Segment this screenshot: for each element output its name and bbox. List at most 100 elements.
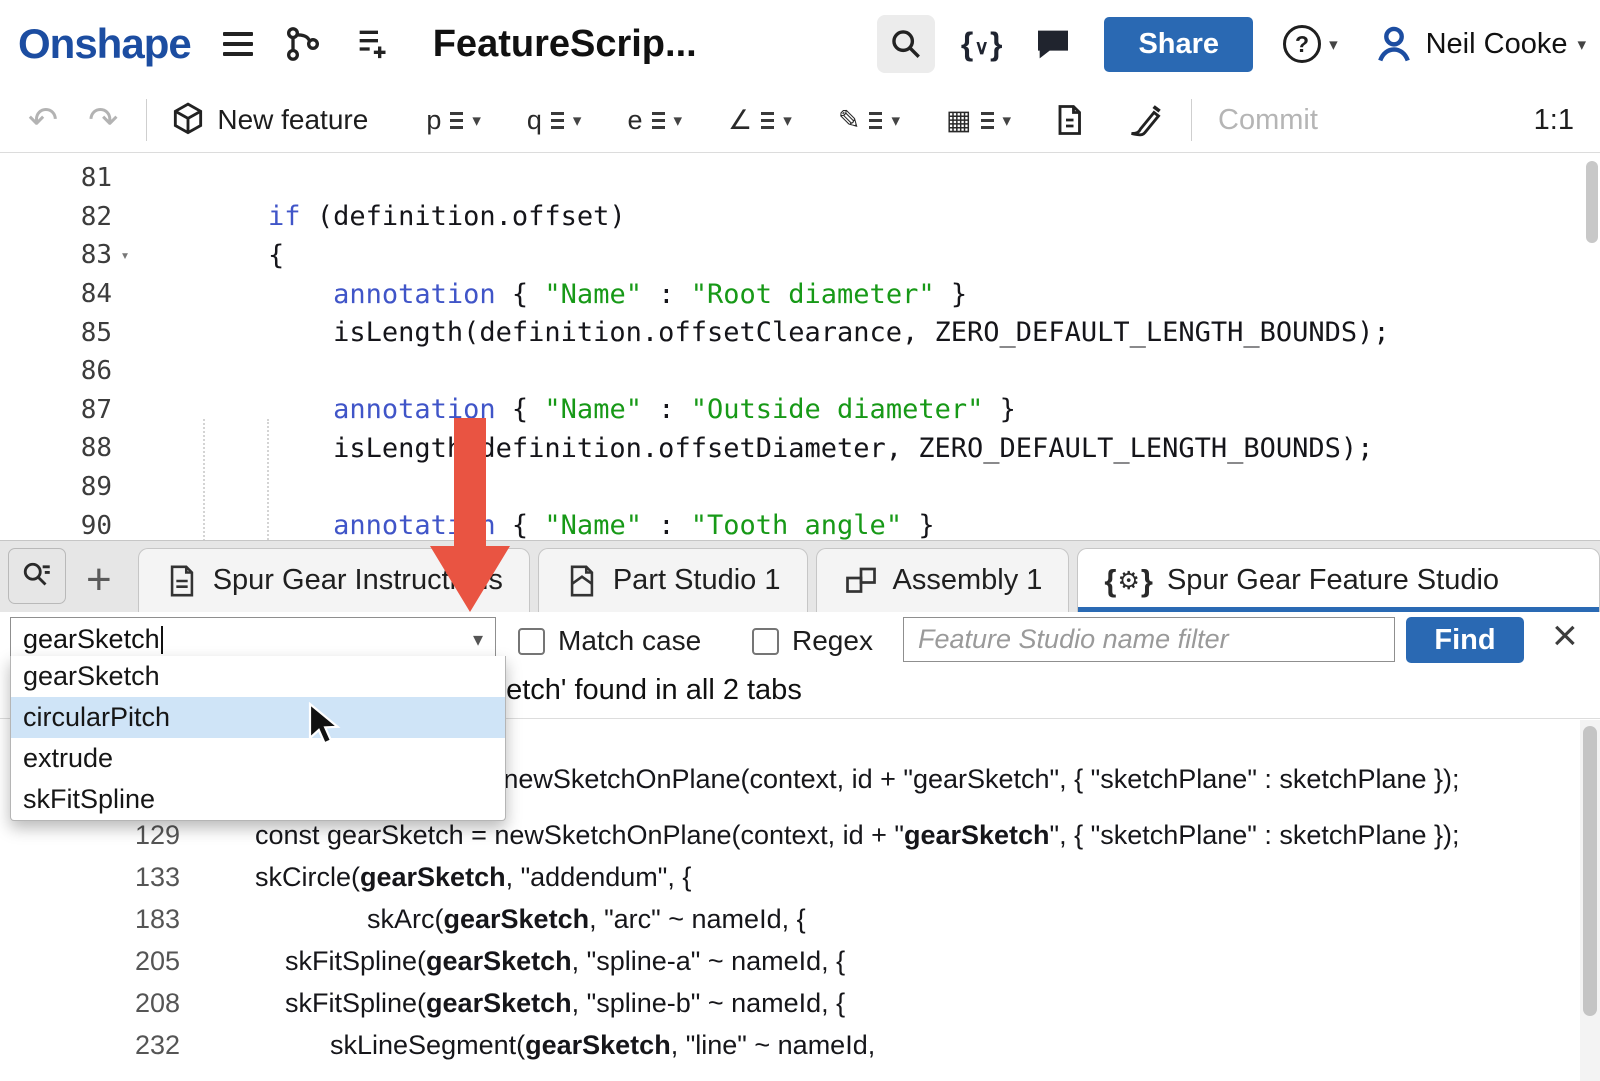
line-number: 87 xyxy=(0,395,112,425)
annotation-menu-button[interactable]: ✎▾ xyxy=(838,105,900,136)
line-number: 82 xyxy=(0,202,112,232)
tab-assembly-1[interactable]: Assembly 1 xyxy=(816,548,1070,612)
enum-menu-button[interactable]: e▾ xyxy=(627,105,682,136)
indent-guide xyxy=(267,419,269,540)
results-scrollbar-thumb[interactable] xyxy=(1583,726,1597,1016)
result-code: const gearSketch = newSketchOnPlane(cont… xyxy=(255,820,1460,851)
regex-checkbox[interactable]: Regex xyxy=(752,625,873,657)
table-menu-button[interactable]: ▦▾ xyxy=(946,105,1011,136)
list-lines-icon xyxy=(652,112,665,129)
result-row[interactable]: 205skFitSpline(gearSketch, "spline-a" ~ … xyxy=(0,940,1566,982)
new-feature-label[interactable]: New feature xyxy=(217,104,368,136)
list-lines-icon xyxy=(869,112,882,129)
fold-toggle-icon[interactable]: ▾ xyxy=(112,246,138,264)
document-title[interactable]: FeatureScrip... xyxy=(433,23,697,66)
find-button[interactable]: Find xyxy=(1406,617,1524,663)
history-item-gearsketch[interactable]: gearSketch xyxy=(11,656,505,697)
result-code-segment: skFitSpline( xyxy=(285,946,426,976)
fs-insert-menus: p▾q▾e▾∠▾✎▾▦▾ xyxy=(426,105,1011,136)
tab-part-studio-1[interactable]: Part Studio 1 xyxy=(538,548,808,612)
code-text: { xyxy=(138,240,284,271)
line-number: 81 xyxy=(0,163,112,193)
share-button[interactable]: Share xyxy=(1104,17,1253,72)
history-item-skfitspline[interactable]: skFitSpline xyxy=(11,779,505,820)
comment-bubble-icon xyxy=(1032,24,1074,64)
chevron-down-icon: ▾ xyxy=(1577,36,1586,53)
user-menu[interactable]: Neil Cooke ▾ xyxy=(1372,22,1586,66)
code-text: isLength(definition.offsetDiameter, ZERO… xyxy=(138,433,1373,464)
checkbox-icon[interactable] xyxy=(518,628,545,655)
commit-button[interactable]: Commit xyxy=(1218,104,1318,137)
versions-icon[interactable] xyxy=(283,24,323,64)
editor-scrollbar-thumb[interactable] xyxy=(1586,161,1598,243)
mouse-cursor-icon xyxy=(306,702,344,753)
search-tabs-button[interactable] xyxy=(8,548,66,604)
format-code-button[interactable] xyxy=(1127,102,1163,138)
code-token: : xyxy=(642,510,691,540)
code-token: "Name" xyxy=(544,510,642,540)
add-tab-button[interactable]: + xyxy=(86,558,112,602)
feature-list-icon[interactable] xyxy=(353,24,393,64)
sketch-menu-button[interactable]: ∠▾ xyxy=(728,105,792,136)
app-header: Onshape FeatureScrip... {∨} Share ? ▾ Ne… xyxy=(0,0,1600,88)
code-token: } xyxy=(983,394,1016,425)
result-line-number: 183 xyxy=(0,904,180,935)
precondition-menu-button[interactable]: p▾ xyxy=(426,105,481,136)
code-line[interactable]: 86 xyxy=(0,352,1600,391)
code-line[interactable]: 90 annotation { "Name" : "Tooth angle" } xyxy=(0,506,1600,540)
chevron-down-icon: ▾ xyxy=(891,112,900,129)
assembly-icon xyxy=(843,563,879,599)
featurescript-notices-button[interactable]: {∨} xyxy=(961,26,1003,63)
close-icon[interactable]: × xyxy=(1552,614,1578,658)
chevron-down-icon: ▾ xyxy=(573,112,582,129)
code-line[interactable]: 87 annotation { "Name" : "Outside diamet… xyxy=(0,391,1600,430)
checkbox-icon[interactable] xyxy=(752,628,779,655)
code-editor[interactable]: 8182 if (definition.offset)83▾ {84 annot… xyxy=(0,152,1600,540)
code-line[interactable]: 81 xyxy=(0,159,1600,198)
code-line[interactable]: 85 isLength(definition.offsetClearance, … xyxy=(0,313,1600,352)
list-lines-icon xyxy=(981,112,994,129)
result-code: skFitSpline(gearSketch, "spline-b" ~ nam… xyxy=(255,988,845,1019)
list-lines-icon xyxy=(551,112,564,129)
chevron-down-icon[interactable]: ▾ xyxy=(473,627,483,652)
result-code-segment: , "spline-a" ~ nameId, { xyxy=(572,946,846,976)
help-menu[interactable]: ? ▾ xyxy=(1283,25,1338,63)
result-line-number: 208 xyxy=(0,988,180,1019)
query-menu-button[interactable]: q▾ xyxy=(527,105,582,136)
part-icon xyxy=(565,563,599,599)
code-line[interactable]: 88 isLength(definition.offsetDiameter, Z… xyxy=(0,429,1600,468)
search-button[interactable] xyxy=(877,15,935,73)
new-feature-button[interactable] xyxy=(169,101,207,139)
history-item-extrude[interactable]: extrude xyxy=(11,738,505,779)
onshape-logo[interactable]: Onshape xyxy=(18,20,191,68)
history-item-circularpitch[interactable]: circularPitch xyxy=(11,697,505,738)
undo-button[interactable]: ↶ xyxy=(28,102,58,138)
match-case-checkbox[interactable]: Match case xyxy=(518,625,701,657)
copy-button[interactable] xyxy=(1051,102,1087,138)
code-token: } xyxy=(935,279,968,310)
code-line[interactable]: 89 xyxy=(0,468,1600,507)
code-text: annotation { "Name" : "Root diameter" } xyxy=(138,279,967,310)
result-row[interactable]: 232skLineSegment(gearSketch, "line" ~ na… xyxy=(0,1024,1566,1066)
comments-button[interactable] xyxy=(1032,24,1074,64)
code-token: { xyxy=(496,279,545,310)
feature-studio-filter-input[interactable] xyxy=(903,617,1395,662)
result-row[interactable]: 133skCircle(gearSketch, "addendum", { xyxy=(0,856,1566,898)
code-line[interactable]: 84 annotation { "Name" : "Root diameter"… xyxy=(0,275,1600,314)
result-row[interactable]: 208 skFitSpline(gearSketch, "spline-b" ~ … xyxy=(0,982,1566,1024)
tab-label: Assembly 1 xyxy=(893,564,1043,597)
code-line[interactable]: 82 if (definition.offset) xyxy=(0,198,1600,237)
result-code-segment: , "spline-b" ~ nameId, { xyxy=(572,988,846,1018)
result-code: skFitSpline(gearSketch, "spline-a" ~ nam… xyxy=(255,946,845,977)
list-lines-icon xyxy=(761,112,774,129)
result-row[interactable]: 183skArc(gearSketch, "arc" ~ nameId, { xyxy=(0,898,1566,940)
main-menu-button[interactable] xyxy=(223,32,253,56)
line-number: 88 xyxy=(0,433,112,463)
code-line[interactable]: 83▾ { xyxy=(0,236,1600,275)
result-code-segment: gearSketch xyxy=(426,946,572,976)
redo-button[interactable]: ↷ xyxy=(88,102,118,138)
tab-spur-gear-feature-studio[interactable]: {⚙}Spur Gear Feature Studio xyxy=(1077,548,1600,612)
code-token: } xyxy=(902,510,935,540)
line-number: 84 xyxy=(0,279,112,309)
sketch-menu-icon: ∠ xyxy=(728,105,752,136)
